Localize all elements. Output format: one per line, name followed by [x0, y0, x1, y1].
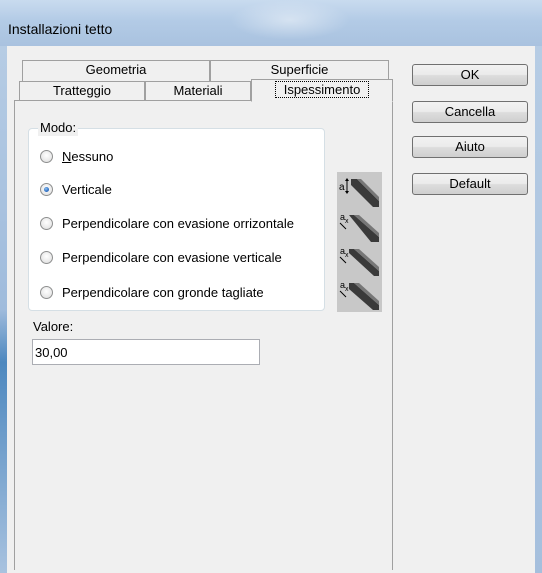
- radio-circle-selected[interactable]: [40, 182, 53, 196]
- tab-label: Materiali: [173, 83, 223, 98]
- tab-geometria[interactable]: Geometria: [22, 60, 210, 81]
- ok-button[interactable]: OK: [412, 64, 528, 86]
- tab-tratteggio[interactable]: Tratteggio: [19, 81, 145, 101]
- radio-circle[interactable]: [40, 149, 53, 163]
- svg-text:x: x: [345, 286, 349, 293]
- window-title: Installazioni tetto: [8, 21, 113, 37]
- svg-text:a: a: [339, 182, 345, 193]
- window-left-border: [0, 46, 7, 573]
- tab-label: Ispessimento: [274, 81, 370, 98]
- title-bar[interactable]: Installazioni tetto: [0, 0, 542, 46]
- help-button[interactable]: Aiuto: [412, 136, 528, 158]
- radio-circle[interactable]: [40, 285, 53, 299]
- radio-label: Perpendicolare con evasione orrizontale: [62, 215, 294, 231]
- mode-illustration-strip: a a x a x a x: [337, 172, 382, 312]
- valore-input[interactable]: [32, 339, 260, 365]
- radio-circle[interactable]: [40, 216, 53, 230]
- modo-legend: Modo:: [38, 120, 79, 136]
- tab-materiali[interactable]: Materiali: [145, 81, 251, 101]
- radio-perpendicolare-verticale[interactable]: Perpendicolare con evasione verticale: [40, 248, 282, 266]
- radio-label: Perpendicolare con evasione verticale: [62, 249, 282, 265]
- svg-text:x: x: [345, 218, 349, 225]
- perpendicular-cut-gutter-icon: a x: [339, 280, 379, 310]
- cancel-button[interactable]: Cancella: [412, 101, 528, 123]
- radio-label: Perpendicolare con gronde tagliate: [62, 284, 264, 300]
- perpendicular-horizontal-eaves-icon: a x: [339, 212, 379, 242]
- svg-text:x: x: [345, 252, 349, 259]
- radio-nessuno[interactable]: Nessuno: [40, 147, 113, 165]
- tab-label: Superficie: [270, 62, 329, 77]
- valore-label: Valore:: [33, 319, 74, 334]
- tab-superficie[interactable]: Superficie: [210, 60, 389, 81]
- radio-label: Verticale: [62, 181, 112, 197]
- radio-label: Nessuno: [62, 148, 114, 164]
- tab-label: Geometria: [85, 62, 147, 77]
- radio-gronde-tagliate[interactable]: Perpendicolare con gronde tagliate: [40, 283, 264, 301]
- radio-verticale[interactable]: Verticale: [40, 180, 112, 198]
- perpendicular-vertical-eaves-icon: a x: [339, 246, 379, 276]
- vertical-thickness-icon: a: [339, 178, 379, 207]
- tab-ispessimento[interactable]: Ispessimento: [251, 79, 393, 102]
- tab-label: Tratteggio: [52, 83, 112, 98]
- radio-circle[interactable]: [40, 250, 53, 264]
- window-right-border: [535, 46, 542, 573]
- radio-perpendicolare-orizzontale[interactable]: Perpendicolare con evasione orrizontale: [40, 214, 294, 232]
- default-button[interactable]: Default: [412, 173, 528, 195]
